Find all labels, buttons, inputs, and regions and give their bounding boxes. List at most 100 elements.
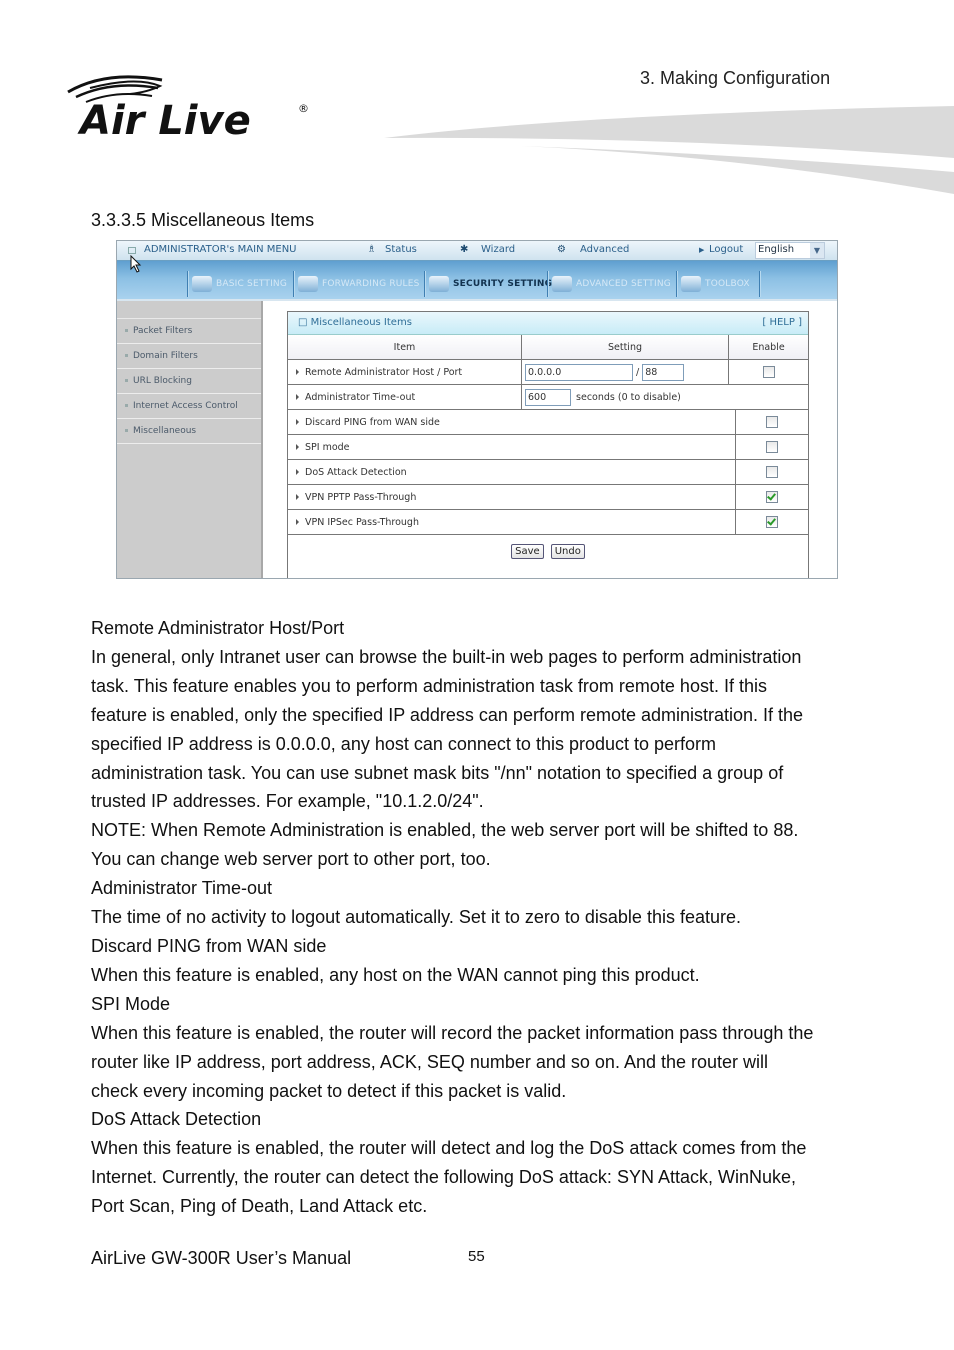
sidebar-item-label: Domain Filters [133, 351, 198, 361]
remote-port-input[interactable]: 88 [642, 363, 685, 381]
paragraph-line: Internet. Currently, the router can dete… [91, 1167, 796, 1188]
tab-label: ADVANCED SETTING [576, 279, 671, 289]
sidebar-item-packet-filters[interactable]: Packet Filters [117, 319, 261, 344]
sidebar-item-internet-access-control[interactable]: Internet Access Control [117, 394, 261, 419]
dos-detection-checkbox[interactable] [766, 466, 778, 478]
tab-advanced-setting[interactable]: ADVANCED SETTING [552, 271, 671, 297]
nav-divider [676, 271, 677, 297]
bullet-icon [125, 404, 128, 407]
button-cell: Save Undo [288, 534, 808, 567]
mouse-cursor-icon [130, 255, 142, 273]
row-label-text: VPN IPSec Pass-Through [305, 516, 419, 528]
misc-items-table: Item Setting Enable Remote Administrator… [288, 335, 808, 409]
table-row: Discard PING from WAN side [288, 409, 808, 435]
menu-square-icon [128, 247, 136, 254]
vpn-pptp-checkbox[interactable] [766, 491, 778, 503]
save-button[interactable]: Save [511, 543, 544, 559]
spi-mode-checkbox[interactable] [766, 441, 778, 453]
remote-admin-enable-checkbox[interactable] [762, 366, 775, 378]
paragraph-line: In general, only Intranet user can brows… [91, 646, 802, 667]
tab-toolbox[interactable]: TOOLBOX [681, 271, 750, 297]
main-menu-title: ADMINISTRATOR's MAIN MENU [144, 244, 297, 255]
tab-forwarding-rules[interactable]: FORWARDING RULES [298, 271, 420, 297]
heading-dos-detection: DoS Attack Detection [91, 1109, 262, 1130]
paragraph-line: When this feature is enabled, the router… [91, 1022, 814, 1043]
paragraph-line: feature is enabled, only the specified I… [91, 704, 804, 725]
heading-discard-ping: Discard PING from WAN side [91, 935, 327, 956]
nav-divider [547, 271, 548, 297]
arrow-right-icon [296, 444, 299, 450]
enable-cell [728, 359, 808, 385]
nav-divider [759, 271, 760, 297]
vpn-ipsec-checkbox[interactable] [766, 516, 778, 528]
timeout-suffix: seconds (0 to disable) [576, 391, 681, 403]
paragraph-line: router like IP address, port address, AC… [91, 1051, 769, 1072]
row-label-text: Administrator Time-out [305, 391, 416, 403]
undo-button[interactable]: Undo [550, 543, 585, 559]
paragraph-line: You can change web server port to other … [91, 849, 491, 870]
row-label: DoS Attack Detection [288, 459, 736, 485]
status-link[interactable]: Status [385, 244, 417, 255]
table-row: DoS Attack Detection [288, 459, 808, 485]
bullet-icon [125, 329, 128, 332]
status-icon: ♗ [367, 244, 376, 255]
row-label-text: DoS Attack Detection [305, 466, 407, 478]
timeout-input[interactable]: 600 [525, 388, 571, 406]
router-screenshot: ADMINISTRATOR's MAIN MENU ♗ Status ✱ Wiz… [116, 240, 838, 579]
table-row: Administrator Time-out 600 seconds (0 to… [288, 384, 808, 409]
sidebar-item-label: Internet Access Control [133, 401, 238, 411]
sidebar-item-url-blocking[interactable]: URL Blocking [117, 369, 261, 394]
sidebar: Packet Filters Domain Filters URL Blocki… [117, 301, 263, 578]
chevron-down-icon[interactable]: ▼ [810, 243, 824, 258]
advanced-icon: ⚙ [557, 244, 566, 255]
row-label-text: Remote Administrator Host / Port [305, 366, 463, 378]
tab-label: SECURITY SETTING [453, 279, 553, 289]
misc-items-panel: □ Miscellaneous Items [ HELP ] Item Sett… [287, 311, 809, 578]
tab-security-setting[interactable]: SECURITY SETTING [429, 271, 552, 297]
enable-cell [735, 434, 808, 460]
svg-text:Air Live: Air Live [77, 98, 251, 140]
language-select[interactable]: English ▼ [755, 242, 825, 259]
sidebar-item-label: Miscellaneous [133, 426, 197, 436]
paragraph-line: administration task. You can use subnet … [91, 762, 784, 783]
enable-cell [735, 409, 808, 435]
discard-ping-checkbox[interactable] [766, 416, 778, 428]
sidebar-spacer [117, 301, 261, 319]
page-number: 55 [468, 1248, 485, 1265]
logout-arrow-icon: ▶ [699, 246, 705, 254]
button-row: Save Undo [288, 534, 808, 567]
column-header-item: Item [288, 335, 522, 360]
help-link[interactable]: [ HELP ] [762, 317, 802, 328]
row-label: VPN PPTP Pass-Through [288, 484, 736, 510]
forwarding-icon [298, 276, 318, 292]
header-swoosh-decoration [384, 106, 954, 194]
bullet-icon [125, 429, 128, 432]
logout-link[interactable]: Logout [709, 244, 743, 255]
heading-admin-timeout: Administrator Time-out [91, 878, 273, 899]
arrow-right-icon [296, 519, 299, 525]
nav-divider [187, 271, 188, 297]
row-label: SPI mode [288, 434, 736, 460]
note-line: NOTE: When Remote Administration is enab… [91, 820, 799, 841]
panel-header: □ Miscellaneous Items [ HELP ] [288, 312, 808, 335]
advanced-link[interactable]: Advanced [580, 244, 629, 255]
sidebar-item-label: URL Blocking [133, 376, 192, 386]
wizard-link[interactable]: Wizard [481, 244, 515, 255]
row-label: VPN IPSec Pass-Through [288, 509, 736, 535]
tab-basic-setting[interactable]: BASIC SETTING [192, 271, 287, 297]
paragraph-line: Port Scan, Ping of Death, Land Attack et… [91, 1196, 428, 1217]
row-label-text: Discard PING from WAN side [305, 416, 440, 428]
table-row: Remote Administrator Host / Port 0.0.0.0… [288, 359, 808, 385]
bullet-icon [125, 354, 128, 357]
tab-label: TOOLBOX [705, 279, 750, 289]
toolbox-icon [681, 276, 701, 292]
top-menu-bar: ADMINISTRATOR's MAIN MENU ♗ Status ✱ Wiz… [117, 241, 837, 261]
enable-cell [735, 459, 808, 485]
sidebar-item-domain-filters[interactable]: Domain Filters [117, 344, 261, 369]
host-port-separator: / [636, 366, 640, 378]
tab-label: FORWARDING RULES [322, 279, 420, 289]
remote-host-input[interactable]: 0.0.0.0 [525, 363, 633, 381]
sidebar-item-miscellaneous[interactable]: Miscellaneous [117, 419, 261, 444]
airlive-logo-icon: Air Live ® [67, 75, 309, 144]
enable-cell [735, 484, 808, 510]
